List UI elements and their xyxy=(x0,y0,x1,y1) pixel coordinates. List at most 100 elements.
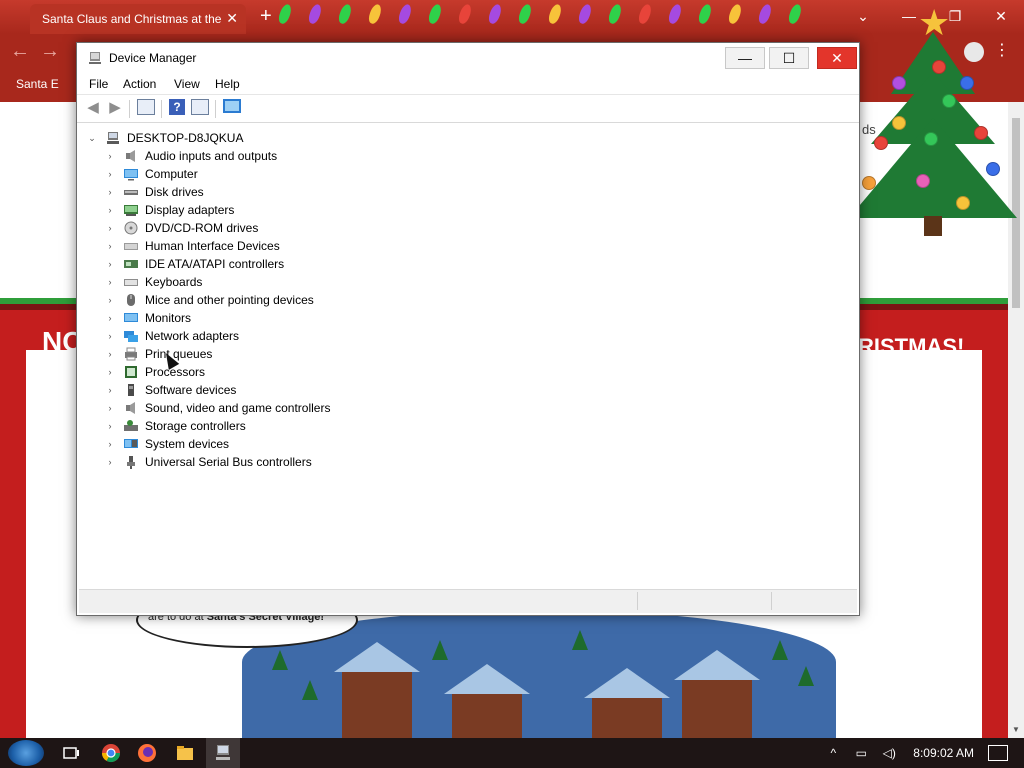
console-tree-icon[interactable] xyxy=(137,99,157,117)
new-tab-button[interactable]: + xyxy=(260,5,272,28)
device-category-row[interactable]: › Universal Serial Bus controllers xyxy=(105,453,312,471)
expand-chevron-icon[interactable]: › xyxy=(105,205,115,215)
tab-close-icon[interactable]: ✕ xyxy=(226,10,238,27)
menu-view[interactable]: View xyxy=(174,77,200,91)
expand-chevron-icon[interactable]: › xyxy=(105,331,115,341)
device-category-row[interactable]: › Network adapters xyxy=(105,327,240,345)
menu-action[interactable]: Action xyxy=(123,77,156,91)
device-category-label: Print queues xyxy=(145,347,213,361)
device-category-row[interactable]: › Display adapters xyxy=(105,201,235,219)
expand-chevron-icon[interactable]: › xyxy=(105,385,115,395)
printer-icon xyxy=(125,347,137,361)
dvd-icon xyxy=(124,221,138,235)
tree-root-node[interactable]: ⌄ DESKTOP-D8JQKUA xyxy=(87,129,243,147)
expand-chevron-icon[interactable]: › xyxy=(105,277,115,287)
action-center-icon[interactable] xyxy=(988,745,1008,761)
ornament-icon xyxy=(862,176,876,190)
minimize-button[interactable]: — xyxy=(725,47,765,69)
start-button[interactable] xyxy=(8,740,44,766)
device-category-label: DVD/CD-ROM drives xyxy=(145,221,259,235)
device-category-row[interactable]: › Audio inputs and outputs xyxy=(105,147,278,165)
disk-drive-icon xyxy=(124,190,138,195)
computer-icon xyxy=(124,169,138,181)
menu-help[interactable]: Help xyxy=(215,77,240,91)
expand-chevron-icon[interactable]: › xyxy=(105,439,115,449)
scan-hardware-icon[interactable] xyxy=(223,99,243,117)
device-category-row[interactable]: › Software devices xyxy=(105,381,237,399)
properties-icon[interactable] xyxy=(191,99,211,117)
help-icon[interactable]: ? xyxy=(169,99,189,117)
device-category-row[interactable]: › System devices xyxy=(105,435,230,453)
show-hidden-icons-icon[interactable]: ^ xyxy=(825,746,841,760)
expand-chevron-icon[interactable]: › xyxy=(105,349,115,359)
pine-tree-icon xyxy=(798,666,814,686)
device-category-row[interactable]: › Computer xyxy=(105,165,198,183)
window-title: Device Manager xyxy=(109,51,197,65)
expand-chevron-icon[interactable]: › xyxy=(105,403,115,413)
tree-trunk xyxy=(924,216,942,236)
device-category-label: Keyboards xyxy=(145,275,203,289)
expand-chevron-icon[interactable]: › xyxy=(105,151,115,161)
clock[interactable]: 8:09:02 AM xyxy=(913,746,974,760)
browser-back-icon[interactable]: ← xyxy=(10,40,30,63)
task-view-icon[interactable] xyxy=(60,742,82,764)
device-category-label: Human Interface Devices xyxy=(145,239,280,253)
ornament-icon xyxy=(924,132,938,146)
ornament-icon xyxy=(892,76,906,90)
close-button[interactable]: ✕ xyxy=(817,47,857,69)
device-category-row[interactable]: › Sound, video and game controllers xyxy=(105,399,331,417)
volume-icon[interactable]: ◁) xyxy=(881,746,897,760)
device-category-row[interactable]: › Disk drives xyxy=(105,183,204,201)
expand-chevron-icon[interactable]: › xyxy=(105,295,115,305)
device-category-row[interactable]: › IDE ATA/ATAPI controllers xyxy=(105,255,285,273)
expand-chevron-icon[interactable]: › xyxy=(105,223,115,233)
device-manager-icon[interactable] xyxy=(206,738,240,768)
ornament-icon xyxy=(956,196,970,210)
network-icon[interactable]: ▭ xyxy=(853,746,869,760)
forward-icon[interactable]: ▶ xyxy=(105,99,125,117)
expand-chevron-icon[interactable]: › xyxy=(105,259,115,269)
village-house xyxy=(444,664,530,740)
device-category-label: System devices xyxy=(145,437,230,451)
device-category-row[interactable]: › Print queues xyxy=(105,345,213,363)
device-category-label: Disk drives xyxy=(145,185,204,199)
device-category-row[interactable]: › Human Interface Devices xyxy=(105,237,280,255)
device-category-label: Software devices xyxy=(145,383,237,397)
expand-chevron-icon[interactable]: › xyxy=(105,313,115,323)
expand-chevron-icon[interactable]: › xyxy=(105,187,115,197)
keyboard-icon xyxy=(124,279,138,286)
chrome-icon[interactable] xyxy=(100,742,122,764)
device-category-row[interactable]: › Keyboards xyxy=(105,273,203,291)
firefox-icon[interactable] xyxy=(136,742,158,764)
menu-bar: File Action View Help xyxy=(77,73,859,95)
collapse-chevron-icon[interactable]: ⌄ xyxy=(87,133,97,144)
pine-tree-icon xyxy=(272,650,288,670)
browser-tab[interactable]: Santa Claus and Christmas at the ✕ xyxy=(30,4,246,34)
expand-chevron-icon[interactable]: › xyxy=(105,241,115,251)
maximize-button[interactable]: ☐ xyxy=(769,47,809,69)
file-explorer-icon[interactable] xyxy=(174,742,196,764)
device-manager-titlebar[interactable]: Device Manager — ☐ ✕ xyxy=(77,43,859,73)
pine-tree-icon xyxy=(302,680,318,700)
bookmark-link[interactable]: Santa E xyxy=(16,77,59,91)
light-bulb-icon xyxy=(516,2,534,26)
ornament-icon xyxy=(986,162,1000,176)
device-category-label: Computer xyxy=(145,167,198,181)
light-bulb-icon xyxy=(306,2,324,26)
browser-forward-icon[interactable]: → xyxy=(40,40,60,63)
expand-chevron-icon[interactable]: › xyxy=(105,367,115,377)
device-category-row[interactable]: › Mice and other pointing devices xyxy=(105,291,314,309)
device-category-row[interactable]: › Processors xyxy=(105,363,206,381)
scroll-down-icon[interactable]: ▼ xyxy=(1012,725,1020,734)
device-category-row[interactable]: › Monitors xyxy=(105,309,192,327)
device-category-label: Universal Serial Bus controllers xyxy=(145,455,312,469)
device-category-row[interactable]: › Storage controllers xyxy=(105,417,246,435)
expand-chevron-icon[interactable]: › xyxy=(105,457,115,467)
hid-icon xyxy=(124,243,138,250)
expand-chevron-icon[interactable]: › xyxy=(105,421,115,431)
taskbar: ^ ▭ ◁) 8:09:02 AM xyxy=(0,738,1024,768)
device-category-row[interactable]: › DVD/CD-ROM drives xyxy=(105,219,259,237)
expand-chevron-icon[interactable]: › xyxy=(105,169,115,179)
back-icon[interactable]: ◀ xyxy=(83,99,103,117)
menu-file[interactable]: File xyxy=(89,77,108,91)
